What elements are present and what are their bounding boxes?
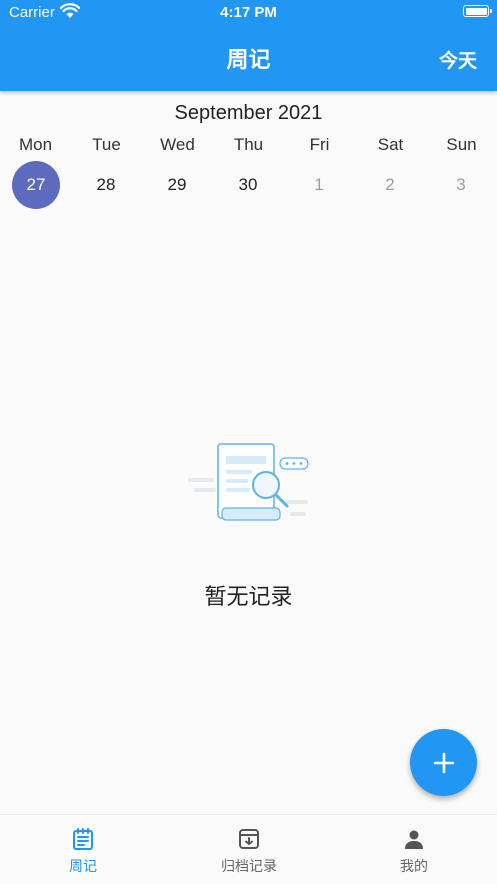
calendar-day-selected[interactable]: 27: [12, 161, 60, 209]
nav-item-journal[interactable]: 周记: [0, 815, 166, 884]
today-button[interactable]: 今天: [439, 46, 477, 73]
app-bar: Carrier 4:17 PM 周记 今天: [0, 0, 497, 91]
archive-icon: [239, 829, 259, 849]
weekday-label: Sun: [446, 135, 477, 154]
journal-icon: [73, 828, 93, 850]
nav-item-archive[interactable]: 归档记录: [166, 815, 332, 884]
empty-state-text: 暂无记录: [204, 584, 293, 609]
clock: 4:17 PM: [220, 4, 277, 21]
weekday-label: Mon: [18, 135, 53, 154]
bottom-navigation: 周记 归档记录 我的: [0, 814, 497, 883]
battery-icon: [463, 5, 492, 17]
calendar-month-label: September 2021: [174, 102, 323, 124]
calendar-day[interactable]: 1: [295, 161, 343, 209]
nav-label: 归档记录: [221, 858, 277, 874]
weekday-label: Sat: [377, 135, 404, 154]
nav-label: 我的: [400, 858, 428, 874]
person-icon: [405, 830, 423, 849]
plus-icon: [433, 752, 454, 774]
add-entry-button[interactable]: [410, 729, 477, 796]
nav-item-profile[interactable]: 我的: [331, 815, 497, 884]
calendar-day[interactable]: 30: [224, 161, 272, 209]
status-bar: Carrier 4:17 PM: [0, 0, 497, 26]
calendar-day[interactable]: 28: [82, 161, 130, 209]
page-title: 周记: [226, 47, 271, 72]
calendar-day[interactable]: 29: [153, 161, 201, 209]
weekday-label: Wed: [160, 135, 195, 154]
calendar-day[interactable]: 2: [366, 161, 414, 209]
nav-label: 周记: [69, 858, 97, 874]
empty-state-illustration: [188, 443, 309, 521]
weekday-label: Thu: [233, 135, 264, 154]
calendar-day[interactable]: 3: [437, 161, 485, 209]
weekday-label: Fri: [309, 135, 330, 154]
weekday-label: Tue: [92, 135, 121, 154]
